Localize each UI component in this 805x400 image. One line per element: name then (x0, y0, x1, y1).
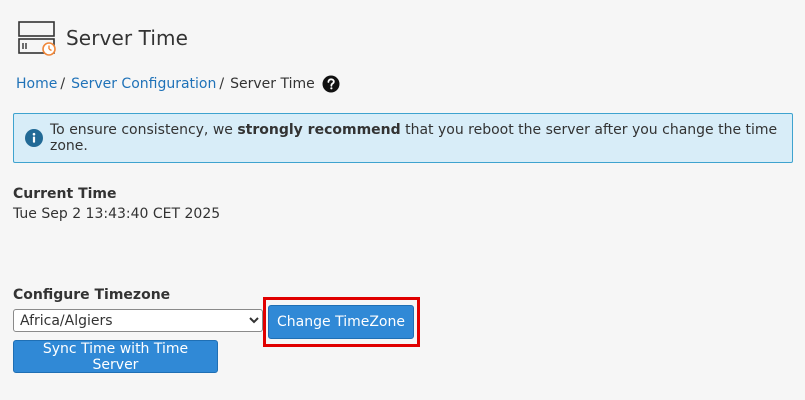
configure-timezone-label: Configure Timezone (13, 287, 171, 303)
sync-time-button[interactable]: Sync Time with Time Server (13, 340, 218, 373)
timezone-select[interactable]: Africa/Algiers (13, 309, 263, 332)
page-header: Server Time (18, 18, 188, 58)
page-title: Server Time (66, 26, 188, 50)
breadcrumb-separator: / (219, 76, 225, 92)
current-time-label: Current Time (13, 186, 117, 202)
alert-message: To ensure consistency, we strongly recom… (50, 122, 778, 154)
breadcrumb-server-configuration-link[interactable]: Server Configuration (71, 76, 216, 92)
server-clock-icon (18, 21, 56, 56)
current-time-value: Tue Sep 2 13:43:40 CET 2025 (13, 206, 221, 222)
breadcrumb-home-link[interactable]: Home (16, 76, 57, 92)
breadcrumb-separator: / (60, 76, 66, 92)
reboot-info-alert: To ensure consistency, we strongly recom… (13, 113, 793, 163)
breadcrumb: Home / Server Configuration / Server Tim… (16, 74, 340, 94)
change-timezone-button[interactable]: Change TimeZone (268, 305, 414, 339)
breadcrumb-current: Server Time (230, 76, 315, 92)
info-icon (25, 129, 43, 147)
question-circle-icon[interactable] (322, 75, 340, 93)
alert-emphasis: strongly recommend (237, 122, 401, 138)
